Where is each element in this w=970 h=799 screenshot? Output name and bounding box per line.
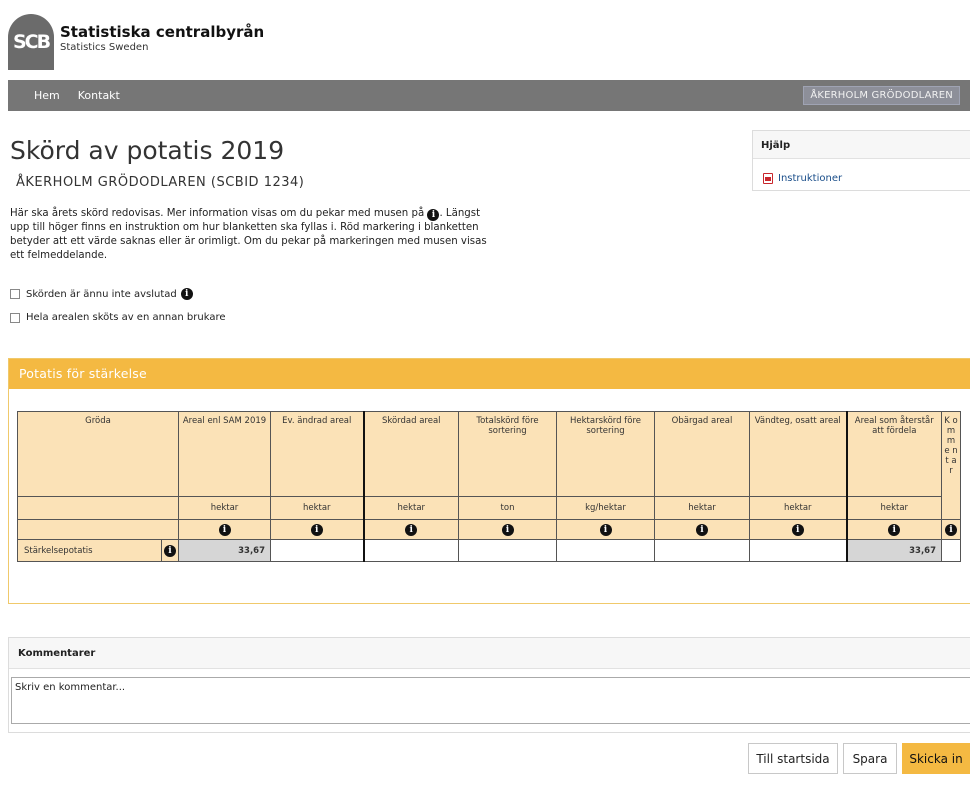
intro-text-part-1: Här ska årets skörd redovisas. Mer infor… bbox=[10, 208, 428, 219]
sam-area-value: 33,67 bbox=[178, 539, 271, 562]
headland-area-input[interactable] bbox=[749, 539, 847, 562]
comments-title: Kommentarer bbox=[9, 638, 970, 669]
info-icon[interactable]: i bbox=[888, 523, 901, 536]
harvest-table: Gröda Areal enl SAM 2019 Ev. ändrad area… bbox=[17, 411, 961, 562]
unit-changed-area: hektar bbox=[270, 496, 364, 520]
page-title: Skörd av potatis 2019 bbox=[10, 136, 285, 165]
info-icon[interactable]: i bbox=[945, 523, 957, 536]
unit-unharvested-area: hektar bbox=[654, 496, 750, 520]
info-cell: i bbox=[556, 519, 655, 540]
info-cell: i bbox=[654, 519, 750, 540]
info-icon[interactable]: i bbox=[405, 523, 418, 536]
starch-potato-panel: Potatis för stärkelse Gröda Areal enl SA… bbox=[8, 358, 970, 604]
info-cell: i bbox=[458, 519, 557, 540]
total-harvest-input[interactable] bbox=[458, 539, 557, 562]
panel-title: Potatis för stärkelse bbox=[9, 359, 970, 389]
info-cell: i bbox=[941, 519, 961, 540]
table-row: Stärkelsepotatis i 33,67 33,67 bbox=[17, 539, 961, 562]
unit-sam-area: hektar bbox=[178, 496, 271, 520]
checkbox-row-other-farmer[interactable]: Hela arealen sköts av en annan brukare bbox=[10, 312, 226, 323]
unit-headland-area: hektar bbox=[749, 496, 847, 520]
comment-cell-input[interactable] bbox=[941, 539, 961, 562]
info-cell: i bbox=[362, 519, 459, 540]
unit-total-harvest: ton bbox=[458, 496, 557, 520]
info-icon[interactable]: i bbox=[599, 523, 612, 536]
unit-hectare-harvest: kg/hektar bbox=[556, 496, 655, 520]
info-icon[interactable]: i bbox=[310, 523, 323, 536]
intro-text: Här ska årets skörd redovisas. Mer infor… bbox=[10, 207, 490, 263]
remaining-area-value: 33,67 bbox=[845, 539, 942, 562]
save-button[interactable]: Spara bbox=[843, 743, 897, 774]
info-cell: i bbox=[178, 519, 271, 540]
to-start-page-button[interactable]: Till startsida bbox=[748, 743, 838, 774]
nav-item-contact[interactable]: Kontakt bbox=[78, 89, 120, 102]
column-header-total-harvest: Totalskörd före sortering bbox=[458, 411, 557, 497]
column-header-headland-area: Vändteg, osatt areal bbox=[749, 411, 847, 497]
hectare-harvest-input[interactable] bbox=[556, 539, 655, 562]
navbar: Hem Kontakt ÅKERHOLM GRÖDODLAREN bbox=[8, 80, 970, 111]
column-header-remaining-area: Areal som återstår att fördela bbox=[845, 411, 942, 497]
info-cell: i bbox=[845, 519, 942, 540]
info-cell: i bbox=[270, 519, 364, 540]
info-cell-crop bbox=[17, 519, 179, 540]
brand-name: Statistiska centralbyrån bbox=[60, 23, 265, 41]
column-header-crop: Gröda bbox=[17, 411, 179, 497]
column-header-comment: K o m m e n t a r bbox=[941, 411, 961, 520]
submit-button[interactable]: Skicka in bbox=[902, 743, 970, 774]
column-header-unharvested-area: Obärgad areal bbox=[654, 411, 750, 497]
unharvested-area-input[interactable] bbox=[654, 539, 750, 562]
harvested-area-input[interactable] bbox=[362, 539, 459, 562]
not-finished-checkbox[interactable] bbox=[10, 289, 20, 299]
other-farmer-label: Hela arealen sköts av en annan brukare bbox=[26, 312, 226, 323]
info-icon[interactable]: i bbox=[180, 288, 193, 300]
page-subtitle: ÅKERHOLM GRÖDODLAREN (SCBID 1234) bbox=[16, 175, 305, 190]
pdf-icon bbox=[763, 173, 773, 184]
brand-subtitle: Statistics Sweden bbox=[60, 42, 149, 53]
instructions-link-label: Instruktioner bbox=[778, 173, 843, 184]
user-name-badge[interactable]: ÅKERHOLM GRÖDODLAREN bbox=[803, 86, 960, 105]
unit-remaining-area: hektar bbox=[845, 496, 942, 520]
column-header-changed-area: Ev. ändrad areal bbox=[270, 411, 364, 497]
row-label-starch-potato: Stärkelsepotatis bbox=[17, 539, 162, 562]
info-icon[interactable]: i bbox=[164, 544, 176, 557]
not-finished-label: Skörden är ännu inte avslutad bbox=[26, 288, 177, 300]
checkbox-row-not-finished[interactable]: Skörden är ännu inte avslutad i bbox=[10, 288, 193, 300]
scb-logo-icon: SCB bbox=[8, 14, 54, 70]
info-icon[interactable]: i bbox=[696, 523, 708, 536]
unit-crop bbox=[17, 496, 179, 520]
column-header-hectare-harvest: Hektarskörd före sortering bbox=[556, 411, 655, 497]
nav-item-home[interactable]: Hem bbox=[34, 89, 60, 102]
instructions-link[interactable]: Instruktioner bbox=[763, 173, 842, 184]
row-info-cell: i bbox=[161, 539, 179, 562]
comment-textarea[interactable]: Skriv en kommentar... bbox=[11, 677, 970, 724]
column-header-sam-area: Areal enl SAM 2019 bbox=[178, 411, 271, 497]
column-header-harvested-area: Skördad areal bbox=[362, 411, 459, 497]
info-icon[interactable]: i bbox=[791, 523, 804, 536]
changed-area-input[interactable] bbox=[270, 539, 364, 562]
help-panel: Hjälp Instruktioner bbox=[752, 130, 970, 191]
info-icon[interactable]: i bbox=[427, 209, 440, 221]
comments-panel: Kommentarer Skriv en kommentar... bbox=[8, 637, 970, 733]
info-icon[interactable]: i bbox=[501, 523, 514, 536]
help-title: Hjälp bbox=[753, 131, 970, 159]
info-icon[interactable]: i bbox=[218, 523, 231, 536]
unit-harvested-area: hektar bbox=[362, 496, 459, 520]
info-cell: i bbox=[749, 519, 847, 540]
other-farmer-checkbox[interactable] bbox=[10, 312, 20, 323]
